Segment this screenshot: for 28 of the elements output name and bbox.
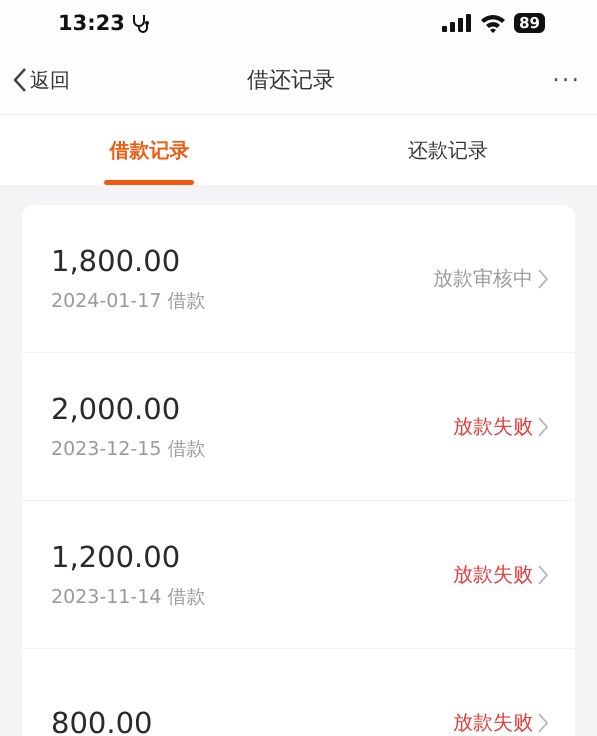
loan-status[interactable]: 放款失败 — [453, 413, 549, 440]
record-row[interactable]: 800.00 放款失败 — [22, 649, 575, 736]
tab[interactable]: 还款记录 — [298, 115, 597, 185]
loan-date: 2024-01-17 借款 — [51, 288, 206, 314]
chevron-left-icon — [12, 67, 28, 93]
loan-status[interactable]: 放款失败 — [453, 709, 549, 736]
battery-level: 89 — [514, 13, 545, 33]
loan-amount: 2,000.00 — [51, 392, 182, 426]
back-button[interactable]: 返回 — [12, 66, 70, 94]
loan-amount: 1,800.00 — [51, 244, 182, 278]
loan-date: 2023-12-15 借款 — [51, 436, 206, 462]
loan-date: 2023-11-14 借款 — [51, 584, 206, 610]
chevron-right-icon — [537, 268, 549, 290]
loan-amount: 800.00 — [51, 706, 152, 736]
chevron-right-icon — [537, 564, 549, 586]
record-row[interactable]: 1,800.00 2024-01-17 借款 放款审核中 — [22, 205, 575, 353]
chevron-right-icon — [537, 416, 549, 438]
more-button[interactable]: ··· — [552, 66, 581, 94]
loan-amount: 1,200.00 — [51, 540, 182, 574]
wifi-icon — [480, 14, 506, 32]
record-row[interactable]: 1,200.00 2023-11-14 借款 放款失败 — [22, 501, 575, 649]
status-time: 13:23 — [58, 11, 125, 35]
chevron-right-icon — [537, 712, 549, 734]
loan-status[interactable]: 放款失败 — [453, 561, 549, 588]
back-label: 返回 — [30, 66, 70, 94]
record-row[interactable]: 2,000.00 2023-12-15 借款 放款失败 — [22, 353, 575, 501]
signal-icon — [442, 14, 472, 32]
page-title: 借还记录 — [246, 67, 336, 95]
